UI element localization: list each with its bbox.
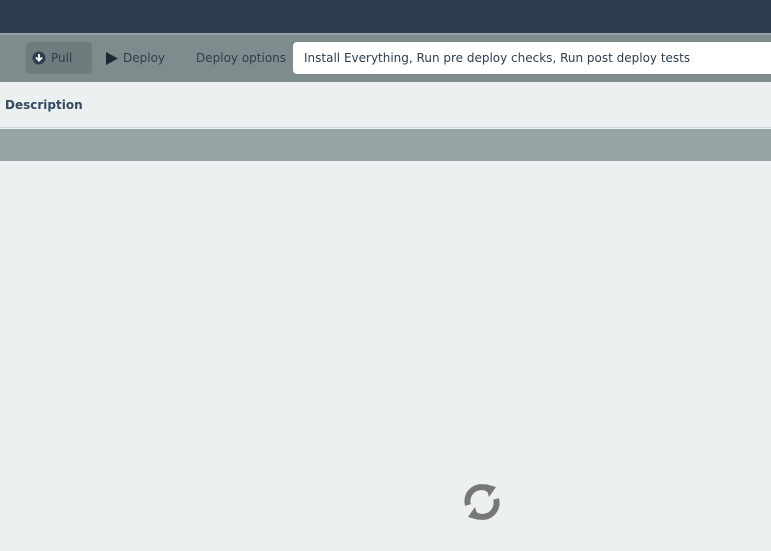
refresh-icon [458,478,506,526]
download-circle-icon [32,51,46,65]
deploy-button-label: Deploy [123,51,166,65]
deploy-options-input[interactable] [293,42,771,74]
table-row[interactable] [0,129,771,161]
deploy-options-button[interactable]: Deploy options [190,42,288,74]
deploy-button[interactable]: Deploy [100,42,172,74]
pull-button[interactable]: Pull [26,42,92,74]
top-nav-bar [0,0,771,33]
deploy-options-label: Deploy options [196,51,287,65]
description-column-header[interactable]: Description [5,98,83,112]
deploy-toolbar: Pull Deploy Deploy options [0,33,771,82]
pull-button-label: Pull [51,51,73,65]
play-icon [105,51,118,65]
table-header-row: Description [0,82,771,128]
deploy-page: Pull Deploy Deploy options Description [0,0,771,551]
